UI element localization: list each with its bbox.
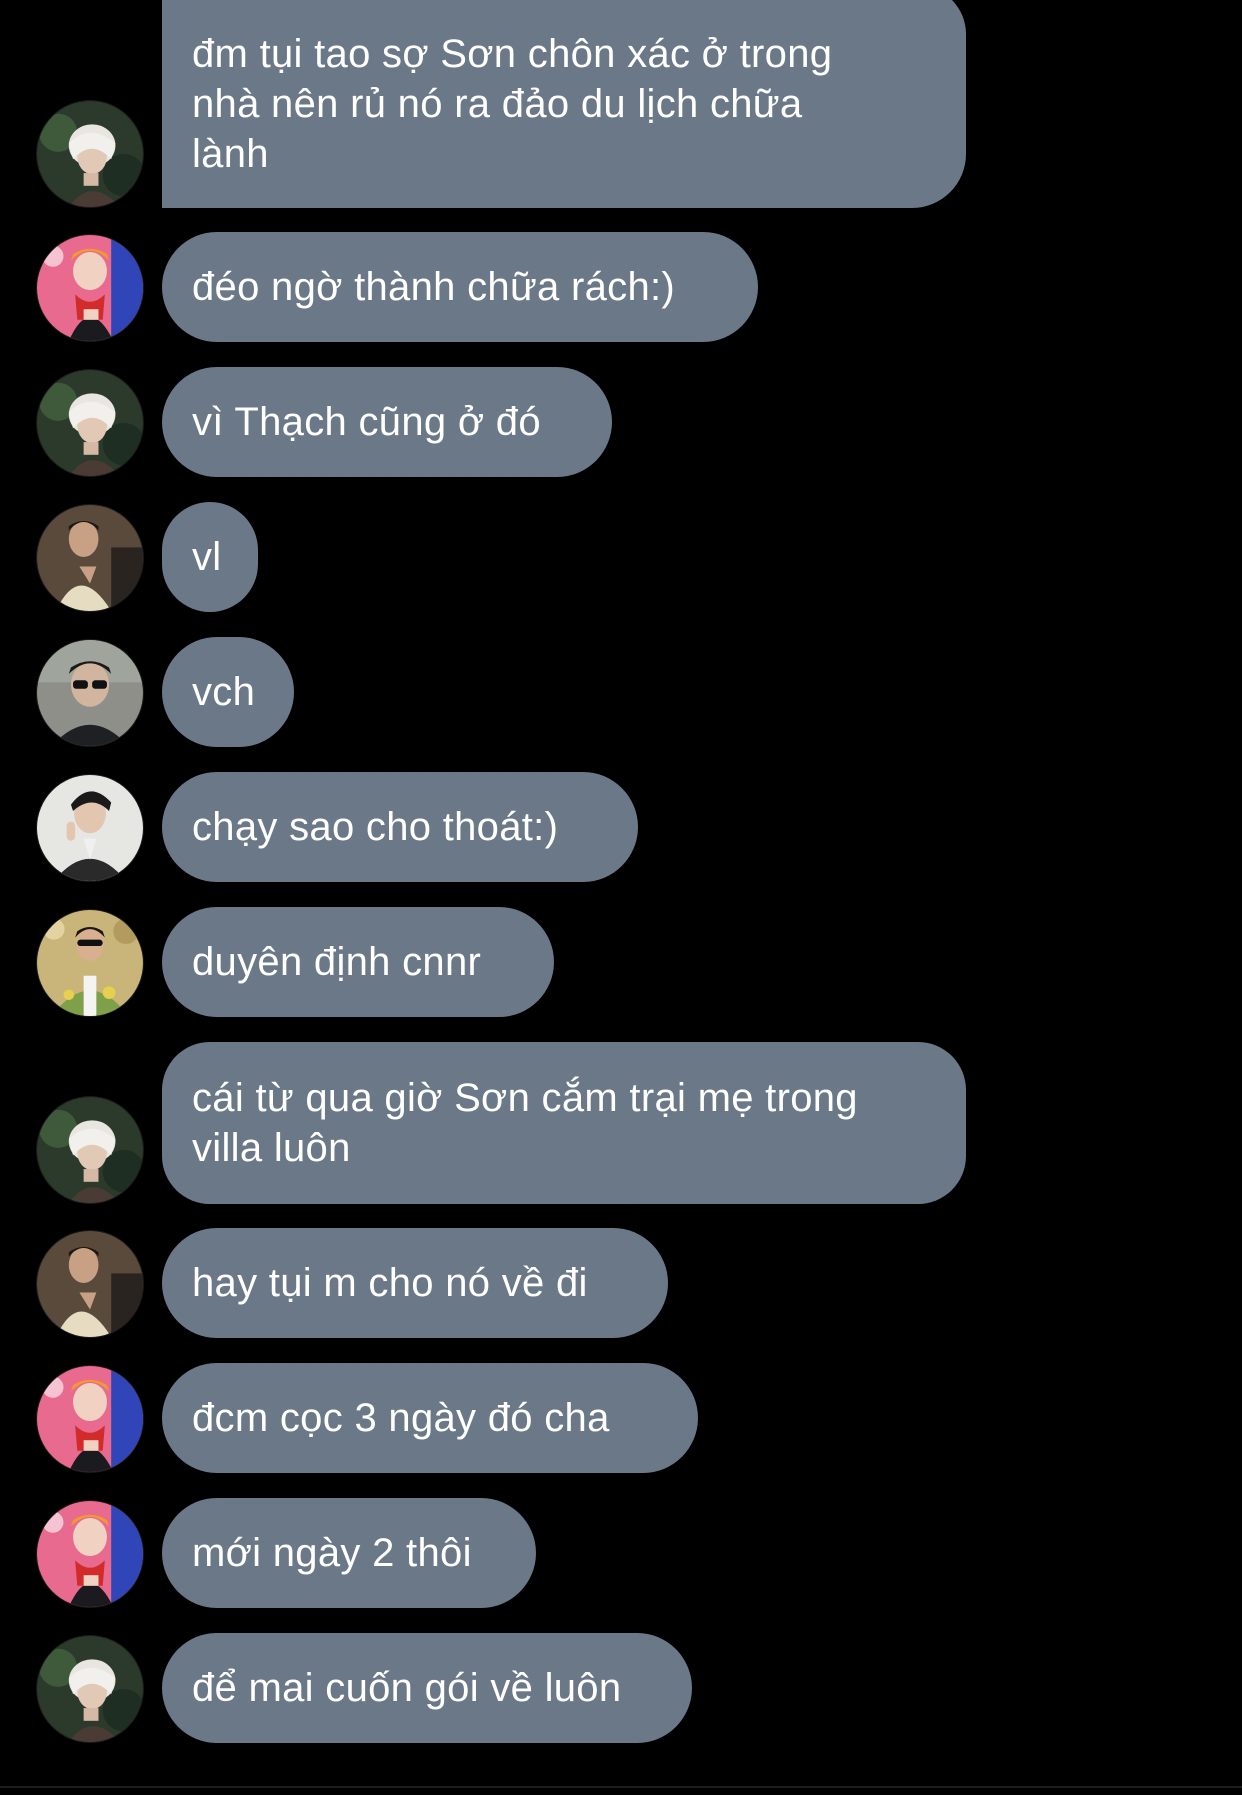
message-bubble[interactable]: duyên định cnnr (162, 907, 554, 1017)
message-bubble[interactable]: đm tụi tao sợ Sơn chôn xác ở trong nhà n… (162, 0, 966, 208)
message-text: hay tụi m cho nó về đi (192, 1261, 588, 1305)
message-text: mới ngày 2 thôi (192, 1531, 472, 1575)
message-text: cái từ qua giờ Sơn cắm trại mẹ trong vil… (192, 1076, 858, 1170)
avatar[interactable] (36, 1500, 144, 1608)
avatar-beige-shirt-icon (37, 1231, 143, 1337)
message-bubble[interactable]: chạy sao cho thoát:) (162, 772, 638, 882)
message-row: đéo ngờ thành chữa rách:) (0, 232, 1242, 342)
avatar[interactable] (36, 774, 144, 882)
message-bubble[interactable]: để mai cuốn gói về luôn (162, 1633, 692, 1743)
avatar[interactable] (36, 100, 144, 208)
message-bubble[interactable]: vch (162, 637, 294, 747)
avatar-red-scarf-icon (37, 235, 143, 341)
avatar[interactable] (36, 1365, 144, 1473)
message-bubble[interactable]: vì Thạch cũng ở đó (162, 367, 612, 477)
avatar[interactable] (36, 1096, 144, 1204)
message-bubble[interactable]: đéo ngờ thành chữa rách:) (162, 232, 758, 342)
chat-thread: đm tụi tao sợ Sơn chôn xác ở trong nhà n… (0, 0, 1242, 1795)
message-row: vch (0, 637, 1242, 747)
avatar[interactable] (36, 234, 144, 342)
message-row: chạy sao cho thoát:) (0, 772, 1242, 882)
message-row: cái từ qua giờ Sơn cắm trại mẹ trong vil… (0, 1042, 1242, 1204)
avatar-red-scarf-icon (37, 1366, 143, 1472)
message-text: vl (192, 535, 222, 579)
avatar-red-scarf-icon (37, 1501, 143, 1607)
message-bubble[interactable]: mới ngày 2 thôi (162, 1498, 536, 1608)
message-text: đcm cọc 3 ngày đó cha (192, 1396, 610, 1440)
avatar-floral-shirt-icon (37, 910, 143, 1016)
message-bubble[interactable]: vl (162, 502, 258, 612)
message-row: hay tụi m cho nó về đi (0, 1228, 1242, 1338)
avatar-suit-icon (37, 775, 143, 881)
avatar-white-hair-icon (37, 1636, 143, 1742)
avatar-beige-shirt-icon (37, 505, 143, 611)
message-text: chạy sao cho thoát:) (192, 805, 559, 849)
message-row: để mai cuốn gói về luôn (0, 1633, 1242, 1743)
avatar-white-hair-icon (37, 1097, 143, 1203)
avatar-white-hair-icon (37, 101, 143, 207)
message-row: đcm cọc 3 ngày đó cha (0, 1363, 1242, 1473)
message-text: đéo ngờ thành chữa rách:) (192, 265, 676, 309)
bottom-divider (0, 1786, 1242, 1788)
message-text: để mai cuốn gói về luôn (192, 1666, 622, 1710)
avatar-white-hair-icon (37, 370, 143, 476)
avatar[interactable] (36, 504, 144, 612)
avatar[interactable] (36, 639, 144, 747)
message-bubble[interactable]: hay tụi m cho nó về đi (162, 1228, 668, 1338)
message-text: vì Thạch cũng ở đó (192, 400, 541, 444)
message-row: vì Thạch cũng ở đó (0, 367, 1242, 477)
message-row: vl (0, 502, 1242, 612)
avatar[interactable] (36, 909, 144, 1017)
message-text: duyên định cnnr (192, 940, 482, 984)
message-row: duyên định cnnr (0, 907, 1242, 1017)
avatar[interactable] (36, 1635, 144, 1743)
avatar[interactable] (36, 369, 144, 477)
message-row: mới ngày 2 thôi (0, 1498, 1242, 1608)
message-bubble[interactable]: đcm cọc 3 ngày đó cha (162, 1363, 698, 1473)
message-row: đm tụi tao sợ Sơn chôn xác ở trong nhà n… (0, 0, 1242, 208)
avatar[interactable] (36, 1230, 144, 1338)
message-bubble[interactable]: cái từ qua giờ Sơn cắm trại mẹ trong vil… (162, 1042, 966, 1204)
message-text: đm tụi tao sợ Sơn chôn xác ở trong nhà n… (192, 32, 833, 176)
message-text: vch (192, 670, 256, 714)
avatar-sunglasses-icon (37, 640, 143, 746)
